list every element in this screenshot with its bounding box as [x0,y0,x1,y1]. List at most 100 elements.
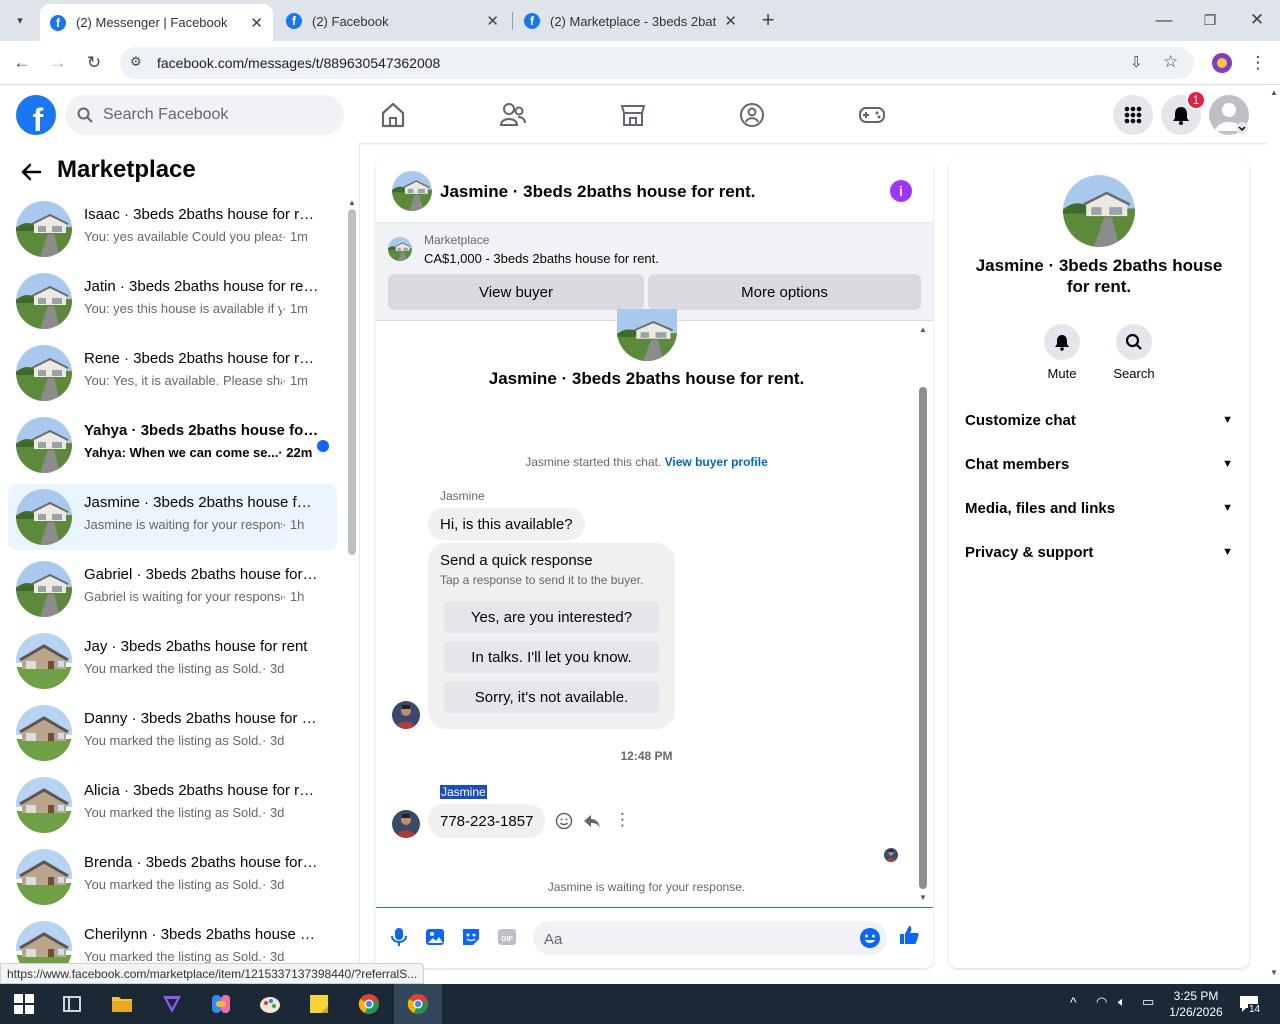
vpn-app-icon[interactable] [160,992,184,1016]
home-icon[interactable] [378,100,408,130]
conversation-item[interactable]: Yahya · 3beds 2baths house for rent. Yahy… [8,412,337,478]
paint-icon[interactable] [258,992,282,1016]
show-hidden-icons-chevron-icon[interactable]: ^ [1070,994,1077,1010]
sender-avatar[interactable] [392,701,420,729]
windows-start-icon[interactable] [12,992,36,1016]
conversation-item[interactable]: Alicia · 3beds 2baths house for rent You … [8,772,337,838]
copilot-icon[interactable] [209,992,233,1016]
back-icon[interactable]: ← [10,51,34,75]
install-app-icon[interactable]: ⇩ [1130,53,1143,71]
system-clock[interactable]: 3:25 PM 1/26/2026 [1164,988,1228,1020]
chat-intro-avatar [617,309,677,361]
gaming-icon[interactable] [857,100,887,130]
reply-icon[interactable] [583,812,601,830]
view-buyer-profile-link[interactable]: View buyer profile [665,455,768,469]
scroll-up-icon[interactable]: ▲ [1270,88,1278,97]
page-scrollbar[interactable]: ▲ ▼ [1268,86,1280,984]
details-avatar[interactable] [1063,175,1135,247]
battery-icon[interactable]: ▭ [1142,994,1154,1010]
marketplace-icon[interactable] [618,100,648,130]
site-info-icon[interactable]: ⚙ [130,54,142,70]
facebook-logo-icon[interactable]: f [16,95,56,135]
groups-icon[interactable] [737,100,767,130]
scroll-up-icon[interactable]: ▲ [348,198,356,207]
close-window-icon[interactable]: ✕ [1245,8,1269,32]
listing-thumbnail[interactable] [388,237,412,261]
photo-icon[interactable] [424,926,446,948]
tab-messenger[interactable]: f (2) Messenger | Facebook ✕ [40,4,273,41]
media-files-links-row[interactable]: Media, files and links ▼ [965,496,1233,520]
chrome-icon[interactable] [357,992,381,1016]
tab-search-icon[interactable]: ▾ [8,8,32,32]
more-options-button[interactable]: More options [648,274,921,310]
conversation-item[interactable]: Jasmine · 3beds 2baths house for rent. Ja… [8,484,337,550]
more-actions-icon[interactable]: ⋮ [614,810,631,830]
mute-button[interactable]: Mute [1032,324,1092,381]
chrome-active-icon[interactable] [406,992,430,1016]
message-bubble[interactable]: Hi, is this available? [428,508,585,540]
scrollbar-thumb[interactable] [919,387,927,889]
bookmark-star-icon[interactable]: ☆ [1163,52,1178,72]
quick-response-title: Send a quick response [440,552,593,569]
address-bar[interactable]: ⚙ facebook.com/messages/t/88963054736200… [120,47,1194,79]
profile-avatar[interactable] [1209,95,1249,135]
tab-marketplace[interactable]: f (2) Marketplace - 3beds 2baths ✕ [514,4,747,38]
gif-icon[interactable]: GIF [496,926,518,948]
scroll-down-icon[interactable]: ▼ [919,893,927,902]
conversation-item[interactable]: Jatin · 3beds 2baths house for rent. You:… [8,268,337,334]
friends-icon[interactable] [498,100,528,130]
task-view-icon[interactable] [60,992,84,1016]
chat-title[interactable]: Jasmine · 3beds 2baths house for rent. [440,182,756,202]
sender-avatar[interactable] [392,810,420,838]
browser-menu-icon[interactable]: ⋮ [1246,51,1270,75]
menu-grid-icon[interactable] [1113,95,1153,135]
forward-icon[interactable]: → [46,51,70,75]
close-tab-icon[interactable]: ✕ [250,14,263,32]
microphone-icon[interactable] [388,926,410,948]
chat-intro-title: Jasmine · 3beds 2baths house for rent. [488,369,805,388]
conversation-item[interactable]: Isaac · 3beds 2baths house for rent. You:… [8,196,337,262]
facebook-favicon-icon: f [286,13,302,29]
chat-avatar[interactable] [392,171,432,211]
view-buyer-button[interactable]: View buyer [388,274,644,310]
close-tab-icon[interactable]: ✕ [486,12,499,30]
profile-icon[interactable] [1210,51,1234,75]
chat-scrollbar[interactable]: ▲ ▼ [917,325,929,905]
search-input[interactable]: Search Facebook [65,95,344,135]
reload-icon[interactable]: ↻ [82,51,106,75]
volume-icon[interactable]: 🔈︎ [1118,994,1126,1010]
quick-reply-yes-button[interactable]: Yes, are you interested? [444,601,659,633]
scroll-up-icon[interactable]: ▲ [919,325,927,334]
customize-chat-row[interactable]: Customize chat ▼ [965,408,1233,432]
emoji-icon[interactable] [859,927,881,949]
scroll-down-icon[interactable]: ▼ [1270,968,1278,977]
tab-facebook[interactable]: f (2) Facebook ✕ [276,4,509,38]
conversation-item[interactable]: Rene · 3beds 2baths house for rent. You: … [8,340,337,406]
quick-reply-not-available-button[interactable]: Sorry, it's not available. [444,681,659,713]
info-icon[interactable]: i [890,180,912,202]
conversation-item[interactable]: Gabriel · 3beds 2baths house for rent. Ga… [8,556,337,622]
chat-members-row[interactable]: Chat members ▼ [965,452,1233,476]
restore-icon[interactable]: ❐ [1198,8,1222,32]
new-tab-icon[interactable]: + [756,7,780,32]
message-bubble[interactable]: 778-223-1857 [428,804,546,838]
sticker-icon[interactable] [460,926,482,948]
sticky-notes-icon[interactable] [307,992,331,1016]
sender-name-selected: Jasmine [440,785,487,799]
conversation-item[interactable]: Brenda · 3beds 2baths house for rent You … [8,844,337,910]
privacy-support-row[interactable]: Privacy & support ▼ [965,540,1233,564]
quick-reply-in-talks-button[interactable]: In talks. I'll let you know. [444,641,659,673]
conversation-item[interactable]: Danny · 3beds 2baths house for rent You m… [8,700,337,766]
file-explorer-icon[interactable] [110,992,134,1016]
close-tab-icon[interactable]: ✕ [724,12,737,30]
network-icon[interactable]: ◠ [1096,994,1107,1010]
back-arrow-icon[interactable] [20,161,42,183]
search-in-chat-button[interactable]: Search [1104,324,1164,381]
message-input[interactable]: Aa [533,921,887,955]
conversation-item[interactable]: Jay · 3beds 2baths house for rent You mar… [8,628,337,694]
scrollbar-thumb[interactable] [348,209,356,555]
react-emoji-icon[interactable] [555,812,573,830]
minimize-icon[interactable]: — [1152,8,1176,32]
like-thumb-icon[interactable] [898,924,920,946]
left-scrollbar[interactable]: ▲ [347,198,357,963]
